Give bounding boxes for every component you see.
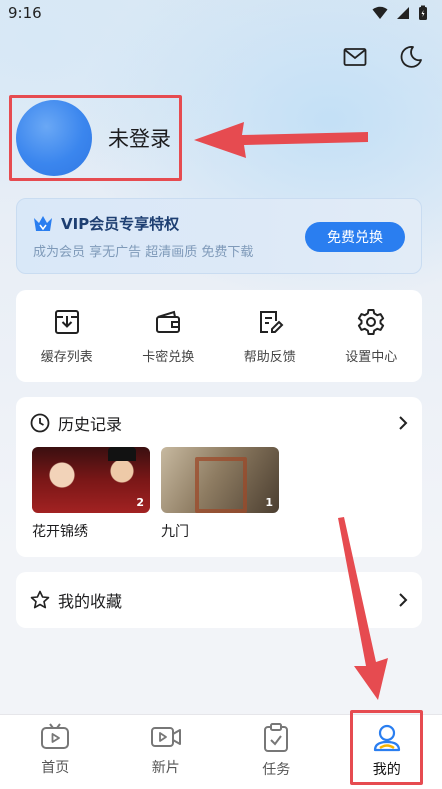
history-list: 2 花开锦绣 1 九门 bbox=[32, 447, 279, 541]
history-item[interactable]: 2 花开锦绣 bbox=[32, 447, 150, 541]
tool-label: 缓存列表 bbox=[40, 350, 93, 365]
history-item[interactable]: 1 九门 bbox=[161, 447, 279, 541]
status-time: 9:16 bbox=[8, 4, 42, 22]
video-camera-icon bbox=[150, 727, 181, 747]
tab-label: 新片 bbox=[151, 760, 180, 776]
tab-new-movies[interactable]: 新片 bbox=[111, 715, 222, 789]
mail-button[interactable] bbox=[340, 42, 370, 72]
history-item-title: 花开锦绣 bbox=[32, 524, 88, 540]
tool-help-feedback[interactable]: 帮助反馈 bbox=[225, 308, 315, 382]
history-item-title: 九门 bbox=[161, 524, 189, 540]
annotation-tab-box bbox=[350, 710, 423, 785]
signal-icon bbox=[397, 7, 409, 19]
tab-home[interactable]: 首页 bbox=[0, 715, 111, 789]
download-box-icon bbox=[54, 310, 79, 334]
tab-tasks[interactable]: 任务 bbox=[221, 715, 332, 789]
clipboard-check-icon bbox=[264, 723, 289, 752]
tool-label: 卡密兑换 bbox=[142, 350, 195, 365]
edit-note-icon bbox=[259, 311, 284, 333]
wifi-icon bbox=[372, 6, 388, 19]
tool-settings-center[interactable]: 设置中心 bbox=[326, 308, 416, 382]
wallet-icon bbox=[156, 310, 181, 333]
tool-cache-list[interactable]: 缓存列表 bbox=[22, 308, 112, 382]
history-title: 历史记录 bbox=[58, 415, 123, 434]
history-thumbnail[interactable]: 1 bbox=[161, 447, 279, 513]
tool-card-redeem[interactable]: 卡密兑换 bbox=[123, 308, 213, 382]
battery-icon bbox=[419, 5, 427, 20]
status-icons bbox=[372, 5, 428, 21]
vip-title: VIP会员专享特权 bbox=[61, 215, 180, 233]
clock-icon bbox=[30, 413, 50, 433]
episode-badge: 1 bbox=[265, 496, 273, 509]
moon-icon bbox=[400, 46, 422, 68]
tools-card: 缓存列表 卡密兑换 帮助反馈 设置中心 bbox=[16, 290, 422, 382]
chevron-right-icon[interactable] bbox=[398, 592, 408, 608]
favorites-title: 我的收藏 bbox=[58, 592, 123, 611]
top-actions bbox=[340, 42, 426, 72]
mail-icon bbox=[343, 48, 367, 66]
tool-label: 帮助反馈 bbox=[243, 350, 296, 365]
annotation-profile-box bbox=[9, 95, 182, 181]
annotation-arrow-down-icon bbox=[338, 517, 388, 700]
tab-label: 任务 bbox=[262, 762, 291, 778]
crown-icon bbox=[34, 215, 52, 231]
status-bar: 9:16 bbox=[0, 0, 442, 26]
vip-card[interactable]: VIP会员专享特权 成为会员 享无广告 超清画质 免费下载 免费兑换 bbox=[16, 198, 422, 274]
tv-icon bbox=[41, 723, 70, 749]
history-thumbnail[interactable]: 2 bbox=[32, 447, 150, 513]
history-header[interactable]: 历史记录 bbox=[30, 411, 122, 435]
dark-mode-button[interactable] bbox=[396, 42, 426, 72]
vip-subtitle: 成为会员 享无广告 超清画质 免费下载 bbox=[33, 245, 254, 260]
free-redeem-button[interactable]: 免费兑换 bbox=[305, 222, 405, 252]
vip-title-row: VIP会员专享特权 bbox=[33, 213, 179, 234]
tool-label: 设置中心 bbox=[345, 350, 398, 365]
episode-badge: 2 bbox=[136, 496, 144, 509]
gear-icon bbox=[358, 309, 385, 335]
tab-label: 首页 bbox=[41, 760, 70, 776]
annotation-arrow-icon bbox=[194, 122, 368, 158]
star-icon bbox=[30, 590, 50, 609]
favorites-header: 我的收藏 bbox=[30, 588, 122, 612]
chevron-right-icon[interactable] bbox=[398, 415, 408, 431]
